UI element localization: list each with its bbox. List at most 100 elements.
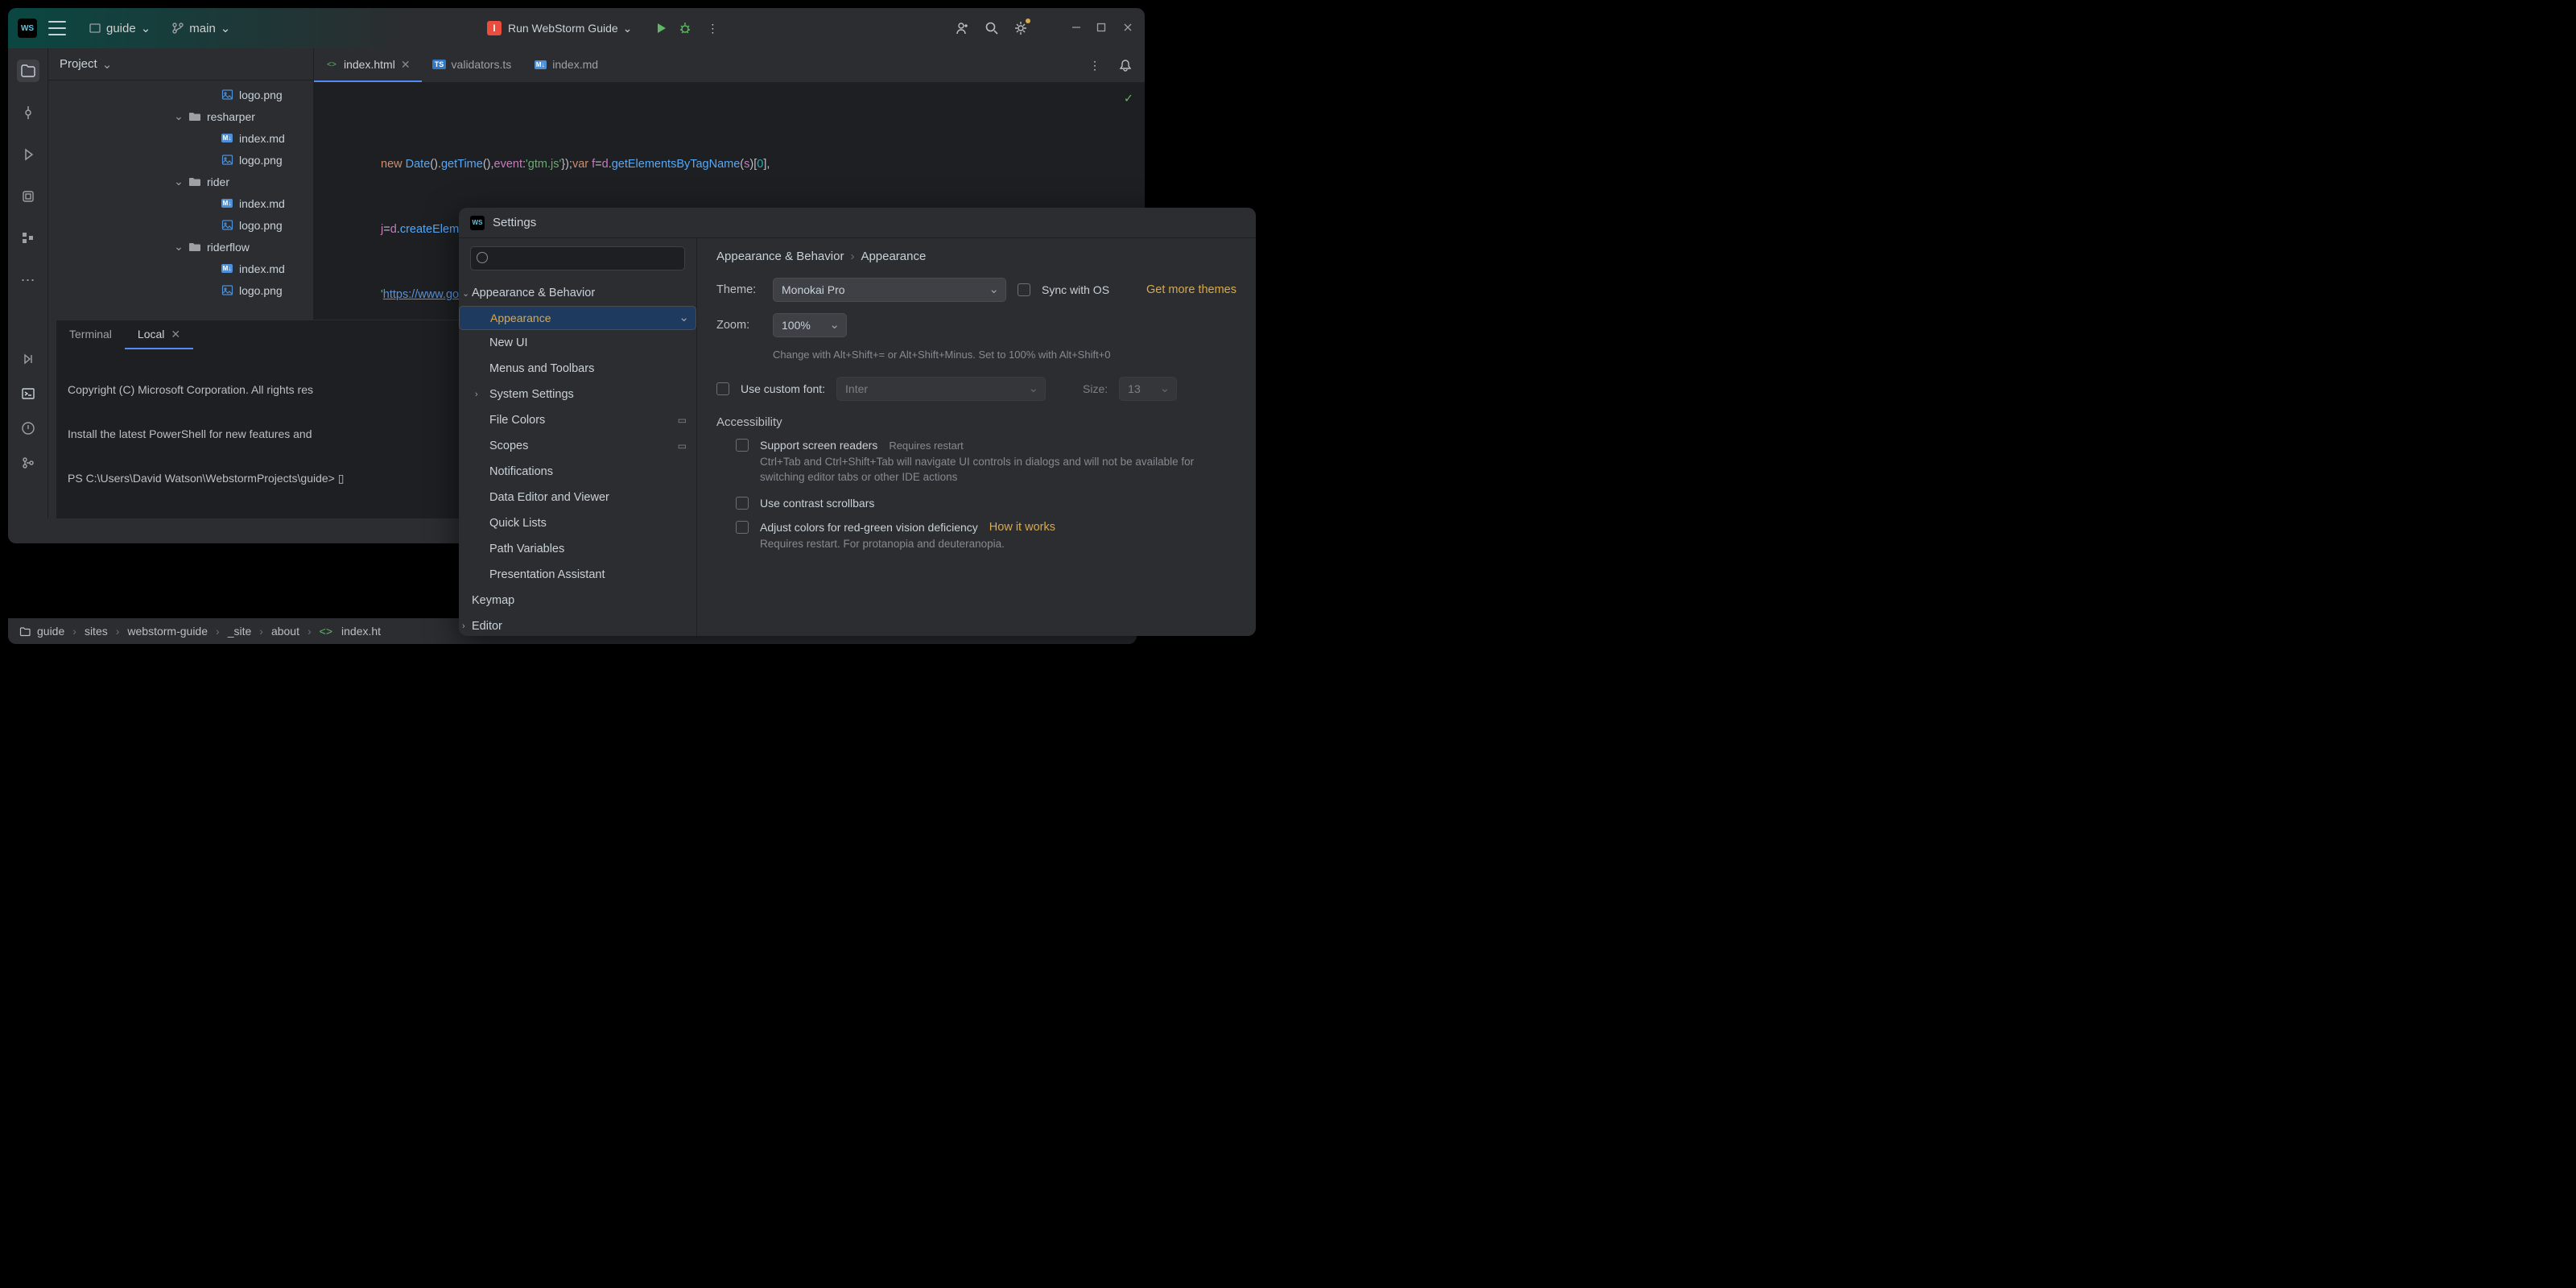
notifications-icon[interactable] (1117, 57, 1133, 73)
tree-item[interactable]: ⌄resharper (48, 105, 313, 127)
branch-selector[interactable]: main ⌄ (163, 18, 238, 39)
settings-nav-item[interactable]: Path Variables (459, 536, 696, 562)
bookmarks-tool-button[interactable] (17, 185, 39, 208)
project-panel-header[interactable]: Project ⌄ (48, 48, 313, 80)
hamburger-menu[interactable] (48, 21, 66, 35)
debug-button[interactable] (677, 20, 693, 36)
more-actions-icon[interactable]: ⋮ (704, 20, 720, 36)
settings-nav-item[interactable]: ›Editor (459, 613, 696, 636)
branch-icon (171, 22, 184, 35)
titlebar: WS guide ⌄ main ⌄ I Run WebStorm Guide ⌄… (8, 8, 1145, 48)
terminal-tab[interactable]: Local✕ (125, 320, 193, 349)
get-themes-link[interactable]: Get more themes (1146, 283, 1236, 296)
font-size-select[interactable]: 13 (1119, 377, 1177, 401)
settings-nav-item[interactable]: Keymap (459, 588, 696, 613)
settings-nav-item[interactable]: Quick Lists (459, 510, 696, 536)
statusbar-crumb[interactable]: about (271, 625, 299, 638)
screen-readers-label: Support screen readers (760, 439, 877, 452)
close-button[interactable] (1122, 22, 1135, 35)
custom-font-checkbox[interactable] (716, 382, 729, 395)
git-tool-button[interactable] (21, 456, 35, 473)
tree-item[interactable]: M↓index.md (48, 127, 313, 149)
settings-nav-item[interactable]: Data Editor and Viewer (459, 485, 696, 510)
statusbar-crumb[interactable]: sites (85, 625, 108, 638)
branch-name: main (189, 22, 216, 35)
structure-tool-button[interactable] (17, 227, 39, 250)
custom-font-label: Use custom font: (741, 382, 825, 395)
more-tools-button[interactable]: ⋯ (17, 269, 39, 291)
settings-nav-item[interactable]: ⌄Appearance & Behavior (459, 280, 696, 306)
settings-content: Appearance & Behavior›Appearance Theme: … (697, 238, 1256, 636)
screen-readers-hint: Requires restart (889, 440, 963, 452)
close-tab-icon[interactable]: ✕ (171, 328, 180, 341)
settings-nav: ⌄Appearance & BehaviorAppearanceNew UIMe… (459, 238, 697, 636)
code-with-me-icon[interactable] (955, 20, 971, 36)
editor-tab[interactable]: <>index.html✕ (314, 48, 422, 82)
accessibility-heading: Accessibility (716, 415, 1236, 429)
editor-tab[interactable]: M↓index.md (522, 48, 609, 82)
project-tool-button[interactable] (17, 60, 39, 82)
statusbar-crumb[interactable]: guide (37, 625, 64, 638)
settings-title: Settings (493, 216, 536, 229)
inspection-ok-icon[interactable]: ✓ (1124, 89, 1133, 110)
chevron-down-icon: ⌄ (221, 21, 231, 35)
statusbar-crumb[interactable]: index.ht (341, 625, 381, 638)
run-button[interactable] (653, 20, 669, 36)
colorblind-how-link[interactable]: How it works (989, 521, 1055, 534)
screen-readers-checkbox[interactable] (736, 439, 749, 452)
tree-item[interactable]: ⌄rider (48, 171, 313, 192)
editor-tabs: <>index.html✕TSvalidators.tsM↓index.md ⋮ (314, 48, 1145, 82)
settings-nav-item[interactable]: Presentation Assistant (459, 562, 696, 588)
statusbar-crumb[interactable]: webstorm-guide (127, 625, 208, 638)
tree-item[interactable]: logo.png (48, 84, 313, 105)
settings-breadcrumb: Appearance & Behavior›Appearance (716, 250, 1236, 263)
settings-nav-item[interactable]: New UI (459, 330, 696, 356)
minimize-button[interactable] (1071, 22, 1084, 35)
search-icon[interactable] (984, 20, 1000, 36)
editor-tab[interactable]: TSvalidators.ts (422, 48, 523, 82)
settings-nav-item[interactable]: Appearance (459, 306, 696, 330)
zoom-select[interactable]: 100% (773, 313, 847, 337)
tree-item[interactable]: logo.png (48, 214, 313, 236)
settings-nav-item[interactable]: File Colors▭ (459, 407, 696, 433)
settings-icon[interactable] (1013, 20, 1029, 36)
problems-tool-button[interactable] (21, 421, 35, 438)
settings-nav-item[interactable]: Scopes▭ (459, 433, 696, 459)
project-panel-title: Project (60, 57, 97, 71)
statusbar-crumb[interactable]: _site (228, 625, 252, 638)
settings-nav-item[interactable]: Menus and Toolbars (459, 356, 696, 382)
zoom-hint: Change with Alt+Shift+= or Alt+Shift+Min… (773, 349, 1236, 361)
terminal-tab[interactable]: Terminal (56, 320, 125, 349)
settings-search-input[interactable] (470, 246, 685, 270)
colorblind-desc: Requires restart. For protanopia and deu… (760, 537, 1236, 552)
run-tool-button[interactable] (17, 143, 39, 166)
tree-item[interactable]: logo.png (48, 149, 313, 171)
chevron-down-icon: ⌄ (102, 57, 113, 72)
theme-select[interactable]: Monokai Pro (773, 278, 1006, 302)
chevron-down-icon: ⌄ (141, 21, 151, 35)
screen-readers-desc: Ctrl+Tab and Ctrl+Shift+Tab will navigat… (760, 455, 1211, 485)
folder-icon (19, 625, 31, 638)
app-logo-small: WS (470, 216, 485, 230)
project-name: guide (106, 22, 136, 35)
maximize-button[interactable] (1096, 22, 1109, 35)
tree-item[interactable]: M↓index.md (48, 192, 313, 214)
sync-os-label: Sync with OS (1042, 283, 1109, 296)
terminal-tool-button[interactable] (21, 386, 35, 403)
tree-item[interactable]: logo.png (48, 279, 313, 301)
contrast-scrollbars-checkbox[interactable] (736, 497, 749, 510)
settings-nav-item[interactable]: Notifications (459, 459, 696, 485)
sync-os-checkbox[interactable] (1018, 283, 1030, 296)
tree-item[interactable]: ⌄riderflow (48, 236, 313, 258)
tree-item[interactable]: M↓index.md (48, 258, 313, 279)
run-config-selector[interactable]: I Run WebStorm Guide ⌄ (477, 18, 642, 39)
close-tab-icon[interactable]: ✕ (401, 58, 411, 72)
project-selector[interactable]: guide ⌄ (80, 18, 159, 39)
services-tool-button[interactable] (21, 352, 35, 369)
settings-dialog: WS Settings ⌄Appearance & BehaviorAppear… (459, 208, 1256, 636)
tab-options-icon[interactable]: ⋮ (1087, 57, 1103, 73)
settings-nav-item[interactable]: ›System Settings (459, 382, 696, 407)
colorblind-checkbox[interactable] (736, 521, 749, 534)
font-family-select[interactable]: Inter (836, 377, 1046, 401)
commit-tool-button[interactable] (17, 101, 39, 124)
